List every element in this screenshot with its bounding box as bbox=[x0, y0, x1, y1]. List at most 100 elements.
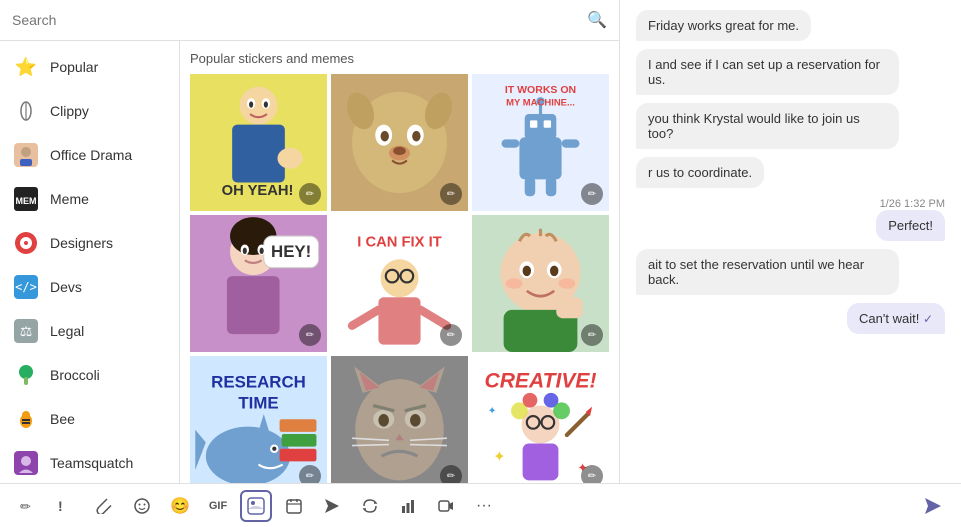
sticker-panel: 🔍 ⭐ Popular Clip bbox=[0, 0, 620, 483]
send-button[interactable] bbox=[917, 490, 949, 522]
check-icon: ✓ bbox=[923, 312, 933, 326]
sticker-grid-area: Popular stickers and memes bbox=[180, 41, 619, 483]
search-input[interactable] bbox=[12, 12, 579, 28]
sticker-content: ⭐ Popular Clippy bbox=[0, 41, 619, 483]
message-bubble: Can't wait! ✓ bbox=[847, 303, 945, 334]
message-sent-2: Can't wait! ✓ bbox=[847, 303, 945, 334]
svg-text:MY MACHINE...: MY MACHINE... bbox=[506, 98, 575, 109]
format-icon[interactable]: ✏ bbox=[12, 490, 44, 522]
meme-icon: MEM bbox=[12, 185, 40, 213]
sidebar-item-teamsquatch[interactable]: Teamsquatch bbox=[0, 441, 179, 483]
grumpy-edit-btn[interactable]: ✏ bbox=[440, 465, 462, 483]
svg-text:TIME: TIME bbox=[238, 394, 278, 413]
baby-edit-btn[interactable]: ✏ bbox=[581, 324, 603, 346]
loop-icon[interactable] bbox=[354, 490, 386, 522]
sidebar-item-clippy[interactable]: Clippy bbox=[0, 89, 179, 133]
oh-yeah-edit-btn[interactable]: ✏ bbox=[299, 183, 321, 205]
sidebar-label-office-drama: Office Drama bbox=[50, 147, 132, 163]
devs-icon: </> bbox=[12, 273, 40, 301]
sticker-icon[interactable] bbox=[240, 490, 272, 522]
svg-text:HEY!: HEY! bbox=[271, 242, 311, 261]
svg-text:!: ! bbox=[58, 498, 63, 514]
research-edit-btn[interactable]: ✏ bbox=[299, 465, 321, 483]
message-bubble: Friday works great for me. bbox=[636, 10, 811, 41]
sidebar-item-popular[interactable]: ⭐ Popular bbox=[0, 45, 179, 89]
svg-text:OH YEAH!: OH YEAH! bbox=[222, 183, 294, 199]
message-received-2: I and see if I can set up a reservation … bbox=[636, 49, 899, 95]
message-bubble: Perfect! bbox=[876, 210, 945, 241]
sidebar-label-legal: Legal bbox=[50, 323, 84, 339]
star-icon: ⭐ bbox=[12, 53, 40, 81]
sidebar-label-broccoli: Broccoli bbox=[50, 367, 100, 383]
message-received-3: you think Krystal would like to join us … bbox=[636, 103, 899, 149]
message-bubble: you think Krystal would like to join us … bbox=[636, 103, 899, 149]
gif-icon[interactable]: GIF bbox=[202, 490, 234, 522]
message-bubble: ait to set the reservation until we hear… bbox=[636, 249, 899, 295]
sticker-hey[interactable]: HEY! ✏ bbox=[190, 215, 327, 352]
emoji-face-icon[interactable]: 😊 bbox=[164, 490, 196, 522]
toolbar: ✏ ! 😊 GIF bbox=[0, 483, 961, 527]
svg-text:RESEARCH: RESEARCH bbox=[211, 373, 306, 392]
sidebar-item-office-drama[interactable]: Office Drama bbox=[0, 133, 179, 177]
sidebar-label-designers: Designers bbox=[50, 235, 113, 251]
sidebar-label-bee: Bee bbox=[50, 411, 75, 427]
sticker-creative[interactable]: CREATIVE! bbox=[472, 356, 609, 483]
svg-text:✦: ✦ bbox=[493, 449, 505, 465]
message-bubble: r us to coordinate. bbox=[636, 157, 764, 188]
video-icon[interactable] bbox=[430, 490, 462, 522]
sidebar-item-bee[interactable]: Bee bbox=[0, 397, 179, 441]
important-icon[interactable]: ! bbox=[50, 490, 82, 522]
sticker-oh-yeah[interactable]: OH YEAH! ✏ bbox=[190, 74, 327, 211]
it-works-edit-btn[interactable]: ✏ bbox=[581, 183, 603, 205]
sticker-grid: OH YEAH! ✏ bbox=[190, 74, 609, 483]
sticker-it-works[interactable]: IT WORKS ON MY MACHINE... ✏ bbox=[472, 74, 609, 211]
chat-messages: Friday works great for me. I and see if … bbox=[620, 0, 961, 483]
sidebar-item-meme[interactable]: MEM Meme bbox=[0, 177, 179, 221]
schedule-icon[interactable] bbox=[278, 490, 310, 522]
more-icon[interactable]: ··· bbox=[468, 490, 500, 522]
section-title: Popular stickers and memes bbox=[190, 51, 609, 66]
doge-edit-btn[interactable]: ✏ bbox=[440, 183, 462, 205]
svg-text:I CAN FIX IT: I CAN FIX IT bbox=[357, 235, 441, 251]
bee-icon bbox=[12, 405, 40, 433]
sticker-baby[interactable]: ✏ bbox=[472, 215, 609, 352]
search-icon: 🔍 bbox=[587, 10, 607, 30]
graph-icon[interactable] bbox=[392, 490, 424, 522]
svg-text:⚖: ⚖ bbox=[20, 323, 33, 339]
sticker-sidebar: ⭐ Popular Clippy bbox=[0, 41, 180, 483]
svg-text:MEM: MEM bbox=[16, 196, 37, 206]
i-can-fix-edit-btn[interactable]: ✏ bbox=[440, 324, 462, 346]
emoji-panel-icon[interactable] bbox=[126, 490, 158, 522]
svg-text:IT WORKS ON: IT WORKS ON bbox=[505, 84, 576, 96]
message-received-4: r us to coordinate. bbox=[636, 157, 764, 188]
sidebar-item-broccoli[interactable]: Broccoli bbox=[0, 353, 179, 397]
sidebar-item-designers[interactable]: Designers bbox=[0, 221, 179, 265]
creative-edit-btn[interactable]: ✏ bbox=[581, 465, 603, 483]
broccoli-icon bbox=[12, 361, 40, 389]
svg-text:</>: </> bbox=[15, 280, 37, 294]
legal-icon: ⚖ bbox=[12, 317, 40, 345]
office-drama-icon bbox=[12, 141, 40, 169]
sidebar-item-legal[interactable]: ⚖ Legal bbox=[0, 309, 179, 353]
svg-text:✦: ✦ bbox=[488, 405, 497, 417]
svg-text:CREATIVE!: CREATIVE! bbox=[485, 370, 597, 393]
sidebar-label-devs: Devs bbox=[50, 279, 82, 295]
sidebar-label-meme: Meme bbox=[50, 191, 89, 207]
sticker-search-bar: 🔍 bbox=[0, 0, 619, 41]
svg-text:✏: ✏ bbox=[20, 499, 31, 514]
sticker-i-can-fix[interactable]: I CAN FIX IT bbox=[331, 215, 468, 352]
sidebar-item-devs[interactable]: </> Devs bbox=[0, 265, 179, 309]
sidebar-label-clippy: Clippy bbox=[50, 103, 89, 119]
sticker-doge[interactable]: ✏ bbox=[331, 74, 468, 211]
sidebar-label-popular: Popular bbox=[50, 59, 98, 75]
chat-area: Friday works great for me. I and see if … bbox=[620, 0, 961, 483]
sticker-grumpy[interactable]: ✏ bbox=[331, 356, 468, 483]
sticker-research[interactable]: RESEARCH TIME bbox=[190, 356, 327, 483]
message-time: 1/26 1:32 PM bbox=[876, 198, 945, 210]
message-bubble: I and see if I can set up a reservation … bbox=[636, 49, 899, 95]
attach-icon[interactable] bbox=[88, 490, 120, 522]
designers-icon bbox=[12, 229, 40, 257]
message-received-5: ait to set the reservation until we hear… bbox=[636, 249, 899, 295]
send-plain-icon[interactable] bbox=[316, 490, 348, 522]
hey-edit-btn[interactable]: ✏ bbox=[299, 324, 321, 346]
